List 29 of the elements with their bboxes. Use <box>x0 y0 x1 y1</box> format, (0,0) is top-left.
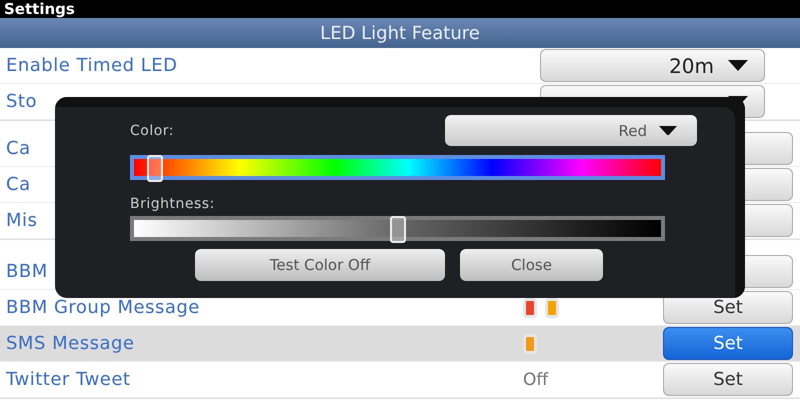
slider-thumb[interactable] <box>147 155 164 182</box>
row-label: Mis <box>6 210 38 231</box>
caret-icon <box>659 126 677 136</box>
dialog-button[interactable]: Close <box>460 249 603 281</box>
row-label: Sto <box>6 91 37 112</box>
settings-row[interactable]: Twitter Tweet Off Set <box>0 362 800 398</box>
page-header: LED Light Feature <box>0 18 800 48</box>
row-label: Ca <box>6 174 31 195</box>
row-label: BBM <box>6 261 48 282</box>
color-label: Color: <box>130 122 174 138</box>
row-label: Enable Timed LED <box>6 55 178 76</box>
settings-row[interactable]: SMS Message Set <box>0 326 800 362</box>
settings-row[interactable]: Enable Timed LED 20m <box>0 48 800 84</box>
set-button[interactable]: Set <box>663 363 793 396</box>
status-bar-title: Settings <box>0 0 800 18</box>
dropdown[interactable]: 20m <box>540 49 765 82</box>
row-label: Twitter Tweet <box>6 369 130 390</box>
dialog-button[interactable]: Test Color Off <box>195 249 445 281</box>
brightness-label: Brightness: <box>130 196 216 212</box>
caret-icon <box>728 60 748 71</box>
color-dropdown[interactable]: Red <box>445 115 697 146</box>
hue-slider[interactable] <box>130 155 665 180</box>
row-label: BBM Group Message <box>6 297 200 318</box>
row-label: Ca <box>6 138 31 159</box>
slider-thumb[interactable] <box>390 216 406 243</box>
row-label: SMS Message <box>6 333 134 354</box>
brightness-slider[interactable] <box>130 216 665 241</box>
set-button[interactable]: Set <box>663 327 793 360</box>
status-text: Off <box>523 370 548 390</box>
